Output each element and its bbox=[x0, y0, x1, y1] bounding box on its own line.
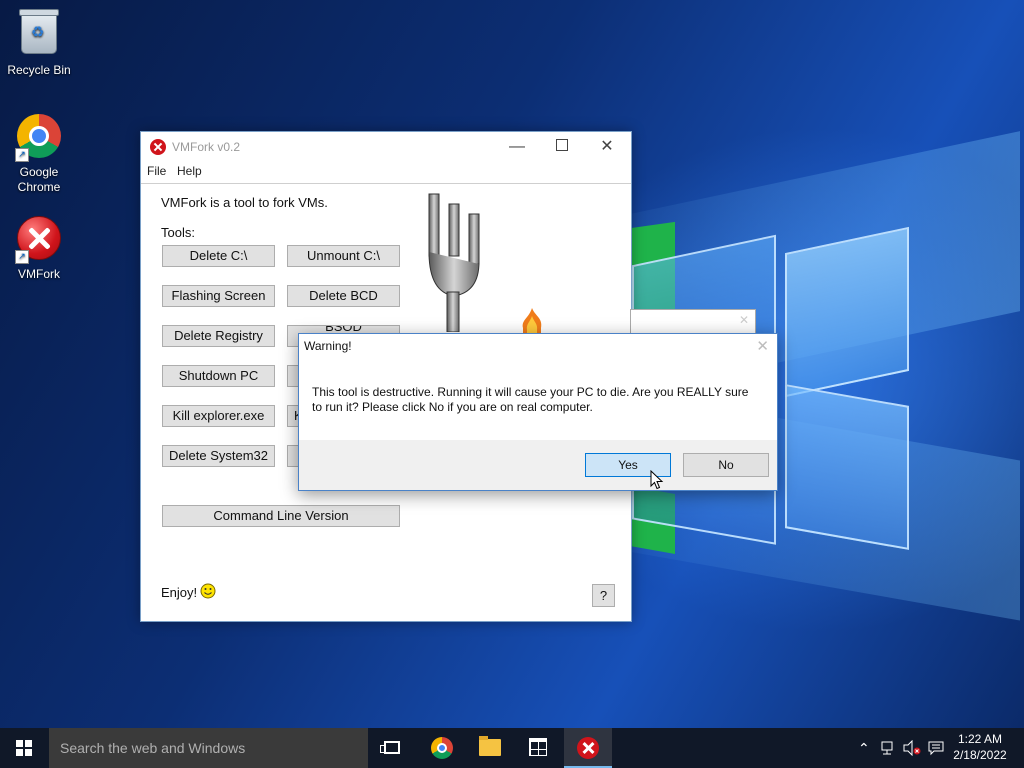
delete-registry-button[interactable]: Delete Registry bbox=[162, 325, 275, 347]
delete-bcd-button[interactable]: Delete BCD bbox=[287, 285, 400, 307]
minimize-button[interactable]: — bbox=[494, 132, 540, 162]
wallpaper-window-pane bbox=[785, 384, 909, 550]
vmfork-x-icon: ↗ bbox=[15, 216, 63, 264]
chrome-icon bbox=[431, 737, 453, 759]
minimize-icon: — bbox=[509, 138, 525, 155]
enjoy-text: Enjoy! bbox=[161, 585, 198, 600]
network-icon bbox=[881, 741, 893, 755]
desktop-icon-vmfork[interactable]: ↗ VMFork bbox=[1, 214, 77, 282]
intro-text: VMFork is a tool to fork VMs. bbox=[161, 195, 328, 210]
chrome-icon: ↗ bbox=[15, 114, 63, 162]
kill-explorer-button[interactable]: Kill explorer.exe bbox=[162, 405, 275, 427]
taskbar-store-button[interactable] bbox=[514, 728, 562, 768]
taskbar-search-box[interactable]: Search the web and Windows bbox=[49, 728, 368, 768]
tools-label: Tools: bbox=[161, 225, 195, 240]
delete-c-button[interactable]: Delete C:\ bbox=[162, 245, 275, 267]
close-icon: ✕ bbox=[600, 138, 614, 155]
shortcut-arrow-icon: ↗ bbox=[15, 250, 29, 264]
close-icon: ✕ bbox=[756, 338, 769, 355]
wallpaper-window-pane bbox=[785, 226, 909, 398]
dialog-title: Warning! bbox=[304, 339, 352, 353]
taskbar-file-explorer-button[interactable] bbox=[466, 728, 514, 768]
shutdown-pc-button[interactable]: Shutdown PC bbox=[162, 365, 275, 387]
taskbar-chrome-button[interactable] bbox=[418, 728, 466, 768]
volume-muted-icon bbox=[903, 740, 921, 756]
maximize-icon bbox=[556, 139, 568, 151]
fork-image bbox=[428, 193, 480, 332]
command-line-version-button[interactable]: Command Line Version bbox=[162, 505, 400, 527]
task-view-button[interactable] bbox=[368, 728, 416, 768]
no-button[interactable]: No bbox=[683, 453, 769, 477]
shortcut-arrow-icon: ↗ bbox=[15, 148, 29, 162]
app-icon bbox=[150, 139, 166, 155]
smiley-icon bbox=[200, 583, 216, 599]
window-title: VMFork v0.2 bbox=[172, 140, 241, 154]
store-icon bbox=[529, 738, 547, 756]
start-button[interactable] bbox=[0, 728, 48, 768]
menu-help[interactable]: Help bbox=[177, 164, 202, 178]
dialog-button-bar: Yes No bbox=[299, 440, 777, 490]
background-window: ✕ bbox=[630, 309, 756, 335]
desktop-icon-google-chrome[interactable]: ↗ Google Chrome bbox=[1, 112, 77, 195]
delete-system32-button[interactable]: Delete System32 bbox=[162, 445, 275, 467]
windows-logo-icon bbox=[16, 740, 32, 756]
close-icon: ✕ bbox=[738, 313, 749, 327]
warning-dialog: Warning! ✕ This tool is destructive. Run… bbox=[298, 333, 778, 491]
task-view-icon bbox=[380, 741, 400, 754]
taskbar-clock[interactable]: 1:22 AM 2/18/2022 bbox=[942, 731, 1018, 763]
clock-date: 2/18/2022 bbox=[953, 748, 1007, 762]
desktop-icon-label: Google Chrome bbox=[17, 165, 61, 194]
mouse-cursor-icon bbox=[650, 470, 664, 490]
show-hidden-icons-button[interactable]: ⌃ bbox=[858, 728, 870, 768]
taskbar: Search the web and Windows ⌃ 1:22 AM 2/1… bbox=[0, 728, 1024, 768]
flame-icon bbox=[522, 308, 542, 334]
desktop-icon-label: VMFork bbox=[18, 267, 60, 281]
desktop-icon-label: Recycle Bin bbox=[7, 63, 71, 77]
vmfork-x-icon bbox=[577, 737, 599, 759]
chevron-up-icon: ⌃ bbox=[858, 740, 870, 756]
taskbar-vmfork-button[interactable] bbox=[564, 728, 612, 768]
help-button[interactable]: ? bbox=[592, 584, 615, 607]
unmount-c-button[interactable]: Unmount C:\ bbox=[287, 245, 400, 267]
dialog-message: This tool is destructive. Running it wil… bbox=[312, 385, 749, 414]
menu-bar: File Help bbox=[141, 162, 631, 184]
desktop-icon-recycle-bin[interactable]: ♻ Recycle Bin bbox=[1, 8, 77, 78]
menu-file[interactable]: File bbox=[147, 164, 166, 178]
folder-icon bbox=[479, 736, 501, 756]
close-button[interactable]: ✕ bbox=[584, 132, 630, 162]
clock-time: 1:22 AM bbox=[957, 732, 1003, 746]
flashing-screen-button[interactable]: Flashing Screen bbox=[162, 285, 275, 307]
dialog-close-button[interactable]: ✕ bbox=[756, 337, 769, 355]
recycle-bin-icon: ♻ bbox=[15, 9, 63, 60]
search-placeholder: Search the web and Windows bbox=[60, 740, 246, 756]
title-bar[interactable]: VMFork v0.2 — ✕ bbox=[141, 132, 631, 162]
maximize-button[interactable] bbox=[539, 132, 585, 162]
